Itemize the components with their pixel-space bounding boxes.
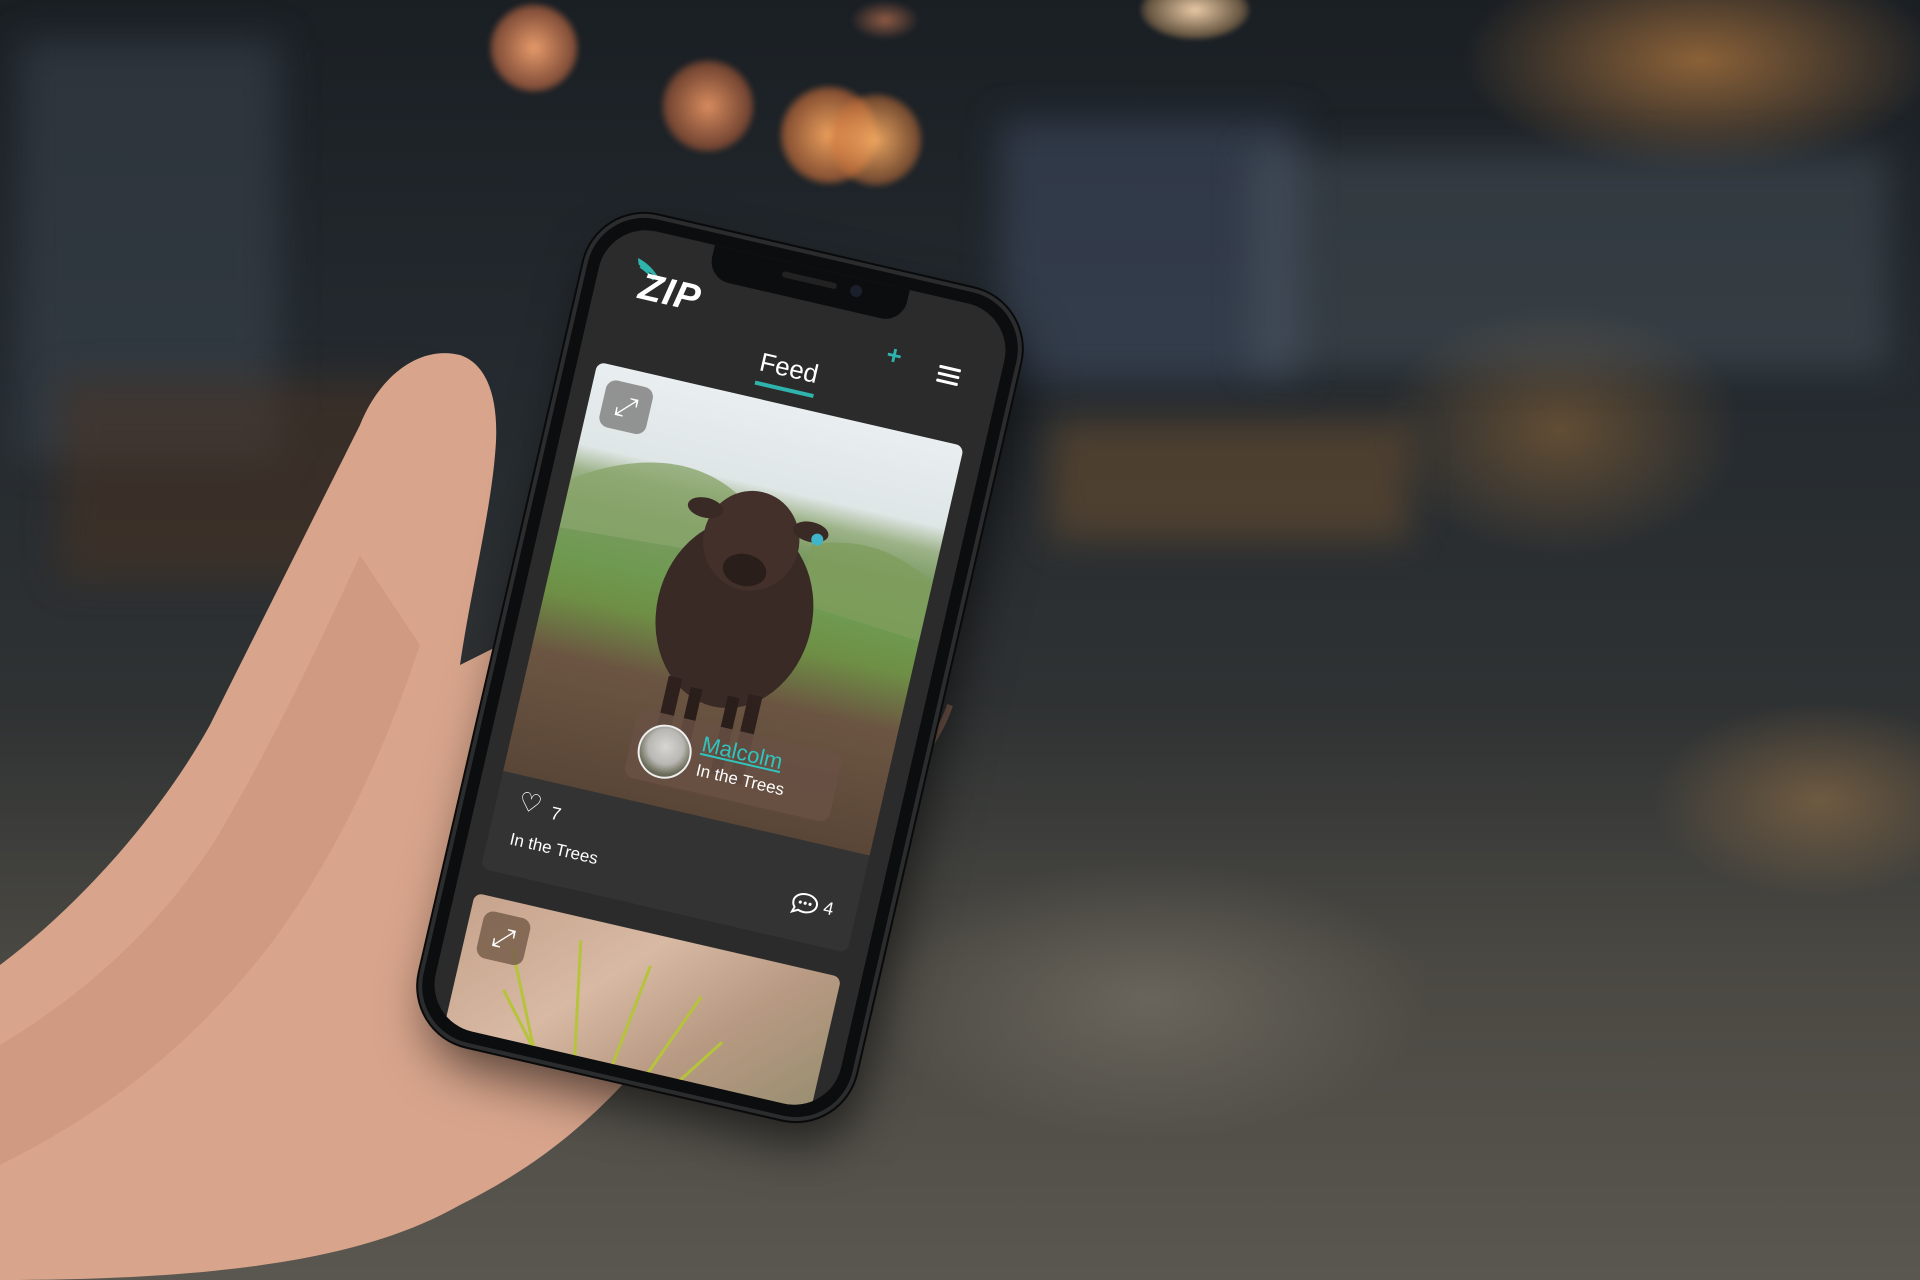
grass-blade [639, 1040, 724, 1115]
bokeh-light [850, 0, 920, 40]
grass-blade [595, 964, 652, 1107]
grass-blade [502, 988, 560, 1098]
post-caption: In the Trees [507, 829, 600, 869]
like-button[interactable]: ♡ [515, 786, 545, 821]
feed-post-card: ⤢ Malcolm In the Trees ♡ 7 In the Trees [480, 361, 965, 953]
post-image[interactable]: ⤢ Malcolm In the Trees [503, 361, 965, 856]
background-blur-shape [1050, 420, 1410, 540]
background-blur-shape [60, 380, 420, 580]
avatar[interactable] [632, 719, 698, 785]
comment-count: 4 [821, 897, 836, 920]
menu-line [937, 371, 960, 380]
bokeh-light [660, 58, 756, 154]
logo-text: ZIP [634, 265, 705, 321]
bokeh-light [488, 2, 580, 94]
front-camera [848, 283, 864, 299]
smartphone: ZIP + Feed ⤢ Malcolm In the Trees ♡ 7 In… [410, 206, 1030, 1129]
app-logo[interactable]: ZIP [627, 256, 705, 321]
comments-button[interactable]: 4 [789, 889, 836, 922]
speech-bubble-icon [789, 893, 819, 914]
phone-screen: ZIP + Feed ⤢ Malcolm In the Trees ♡ 7 In… [424, 220, 1016, 1115]
background-blur-shape [1250, 150, 1890, 370]
grass-blade [570, 940, 583, 1100]
menu-line [935, 378, 959, 387]
tab-feed-label: Feed [754, 346, 822, 398]
heart-icon: ♡ [515, 785, 546, 821]
menu-line [939, 364, 962, 373]
plus-icon: + [883, 338, 906, 372]
expand-arrows-icon: ⤢ [611, 389, 641, 425]
bokeh-light [1140, 0, 1250, 40]
speaker-grille [781, 270, 838, 290]
add-post-button[interactable]: + [883, 338, 906, 373]
photo-background: ZIP + Feed ⤢ Malcolm In the Trees ♡ 7 In… [0, 0, 1920, 1280]
grass-blade [510, 946, 545, 1094]
expand-arrows-icon: ⤢ [489, 920, 519, 956]
like-count: 7 [548, 802, 564, 825]
bokeh-light [828, 92, 924, 188]
